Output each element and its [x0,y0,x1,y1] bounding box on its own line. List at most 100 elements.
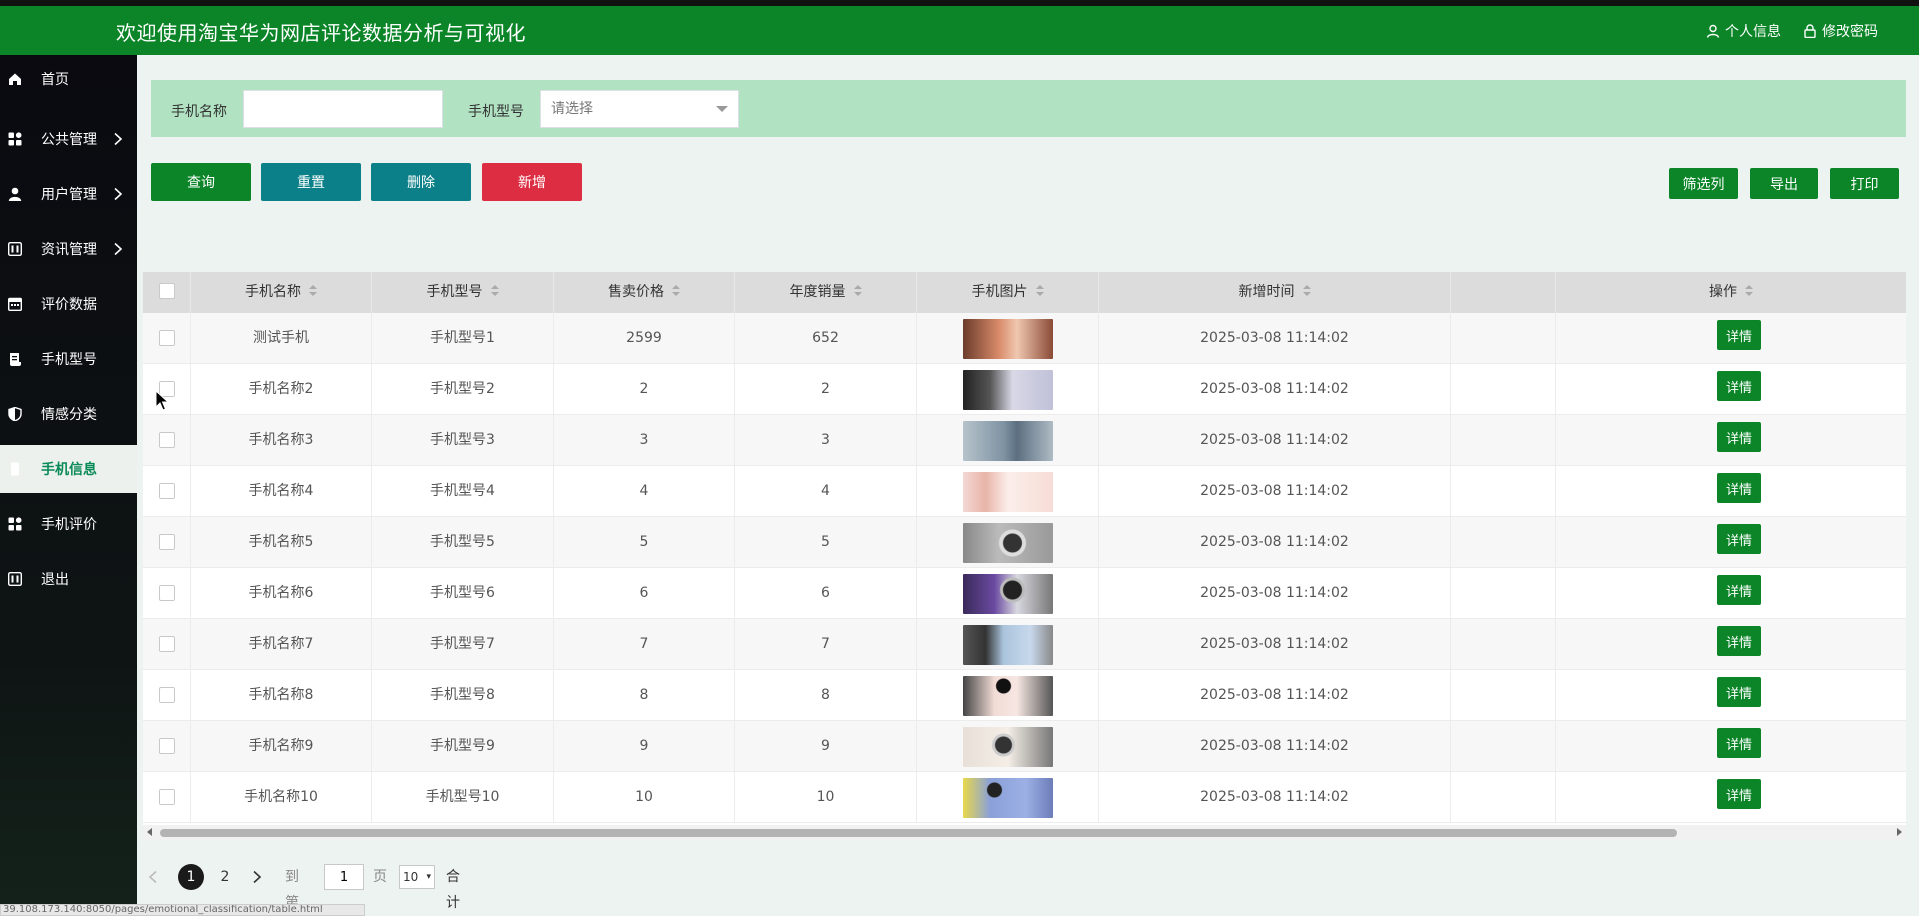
sidebar-item-label: 首页 [41,72,69,88]
sidebar: 首页 公共管理 用户管理 资讯管理 评价数据 手机型号 情感分类 手机信息 手机… [0,55,137,916]
column-header-actions[interactable]: 操作 [1556,272,1906,313]
column-header-label: 手机图片 [971,284,1028,300]
print-button[interactable]: 打印 [1830,168,1899,199]
goto-page-input[interactable] [324,864,364,890]
cell-blank [1451,313,1556,364]
prev-page-icon[interactable] [148,870,158,884]
sort-icon[interactable] [1035,285,1044,297]
column-header-model[interactable]: 手机型号 [372,272,554,313]
row-checkbox[interactable] [159,636,175,652]
column-header-name[interactable]: 手机名称 [191,272,372,313]
sort-icon[interactable] [1302,285,1311,297]
detail-button[interactable]: 详情 [1717,422,1761,452]
cell-sales: 3 [735,415,917,466]
column-header-time[interactable]: 新增时间 [1099,272,1451,313]
column-header-price[interactable]: 售卖价格 [554,272,735,313]
delete-button[interactable]: 删除 [371,163,471,201]
cell-image [917,415,1099,466]
sort-icon[interactable] [853,285,862,297]
cell-name: 手机名称4 [191,466,372,517]
cell-image [917,364,1099,415]
next-page-icon[interactable] [252,870,262,884]
phone-photo-thumbnail[interactable] [963,472,1053,512]
phone-photo-thumbnail[interactable] [963,523,1053,563]
phone-photo-thumbnail[interactable] [963,625,1053,665]
row-checkbox[interactable] [159,534,175,550]
scrollbar-thumb[interactable] [160,829,1677,837]
column-header-image[interactable]: 手机图片 [917,272,1099,313]
phone-photo-thumbnail[interactable] [963,676,1053,716]
sidebar-item-label: 情感分类 [41,407,97,423]
sidebar-item-phone-model[interactable]: 手机型号 [0,335,137,383]
cell-blank [1451,721,1556,772]
phone-photo-thumbnail[interactable] [963,727,1053,767]
table-row: 手机名称8 手机型号8 8 8 2025-03-08 11:14:02 详情 [143,670,1906,721]
total-count: 合计共 12 条 [446,869,460,911]
sidebar-item-news-management[interactable]: 资讯管理 [0,225,137,273]
row-checkbox[interactable] [159,330,175,346]
row-checkbox[interactable] [159,432,175,448]
row-checkbox[interactable] [159,585,175,601]
phone-name-label: 手机名称 [171,104,227,120]
cell-model: 手机型号1 [372,313,554,364]
detail-button[interactable]: 详情 [1717,524,1761,554]
row-checkbox[interactable] [159,738,175,754]
sort-icon[interactable] [490,285,499,297]
detail-button[interactable]: 详情 [1717,575,1761,605]
profile-link[interactable]: 个人信息 [1706,21,1781,41]
sort-icon[interactable] [1745,285,1753,297]
page-number-1[interactable]: 1 [178,864,204,890]
phone-name-input[interactable] [243,90,443,128]
sort-icon[interactable] [672,285,680,297]
sidebar-item-sentiment-classification[interactable]: 情感分类 [0,390,137,438]
column-header-label: 操作 [1709,284,1737,300]
cell-model: 手机型号3 [372,415,554,466]
detail-button[interactable]: 详情 [1717,779,1761,809]
detail-button[interactable]: 详情 [1717,728,1761,758]
detail-button[interactable]: 详情 [1717,371,1761,401]
cell-actions: 详情 [1556,670,1906,721]
sidebar-item-logout[interactable]: 退出 [0,555,137,603]
sidebar-item-user-management[interactable]: 用户管理 [0,170,137,218]
cell-name: 测试手机 [191,313,372,364]
sidebar-item-phone-info[interactable]: 手机信息 [0,445,137,493]
scroll-left-arrow-icon[interactable] [147,828,152,836]
phone-photo-thumbnail[interactable] [963,319,1053,359]
filter-columns-button[interactable]: 筛选列 [1669,168,1738,199]
row-select-cell [143,721,191,772]
phone-photo-thumbnail[interactable] [963,421,1053,461]
page-number-2[interactable]: 2 [212,864,238,890]
page-size-select[interactable]: 10 ▾ [399,865,435,889]
select-all-checkbox[interactable] [159,283,175,299]
column-header-sales[interactable]: 年度销量 [735,272,917,313]
table-row: 手机名称3 手机型号3 3 3 2025-03-08 11:14:02 详情 [143,415,1906,466]
row-checkbox[interactable] [159,789,175,805]
phone-photo-thumbnail[interactable] [963,370,1053,410]
detail-button[interactable]: 详情 [1717,320,1761,350]
sidebar-item-review-data[interactable]: 评价数据 [0,280,137,328]
sidebar-item-home[interactable]: 首页 [0,55,137,103]
scroll-right-arrow-icon[interactable] [1897,828,1902,836]
table-horizontal-scrollbar[interactable] [143,825,1906,840]
phone-photo-thumbnail[interactable] [963,778,1053,818]
detail-button[interactable]: 详情 [1717,677,1761,707]
sidebar-item-public-management[interactable]: 公共管理 [0,115,137,163]
reset-button[interactable]: 重置 [261,163,361,201]
sort-icon[interactable] [309,285,317,297]
query-button[interactable]: 查询 [151,163,251,201]
row-checkbox[interactable] [159,687,175,703]
phone-model-select[interactable]: 请选择 [540,90,739,128]
sidebar-item-phone-review[interactable]: 手机评价 [0,500,137,548]
row-select-cell [143,466,191,517]
column-header-label: 手机名称 [245,284,301,300]
top-header: 欢迎使用淘宝华为网店评论数据分析与可视化 个人信息 修改密码 [0,6,1919,55]
lock-icon [1804,24,1816,38]
detail-button[interactable]: 详情 [1717,626,1761,656]
row-checkbox[interactable] [159,483,175,499]
export-button[interactable]: 导出 [1750,168,1818,199]
detail-button[interactable]: 详情 [1717,473,1761,503]
phone-photo-thumbnail[interactable] [963,574,1053,614]
change-password-link[interactable]: 修改密码 [1803,21,1878,41]
app-title: 欢迎使用淘宝华为网店评论数据分析与可视化 [116,21,526,45]
add-button[interactable]: 新增 [482,163,582,201]
